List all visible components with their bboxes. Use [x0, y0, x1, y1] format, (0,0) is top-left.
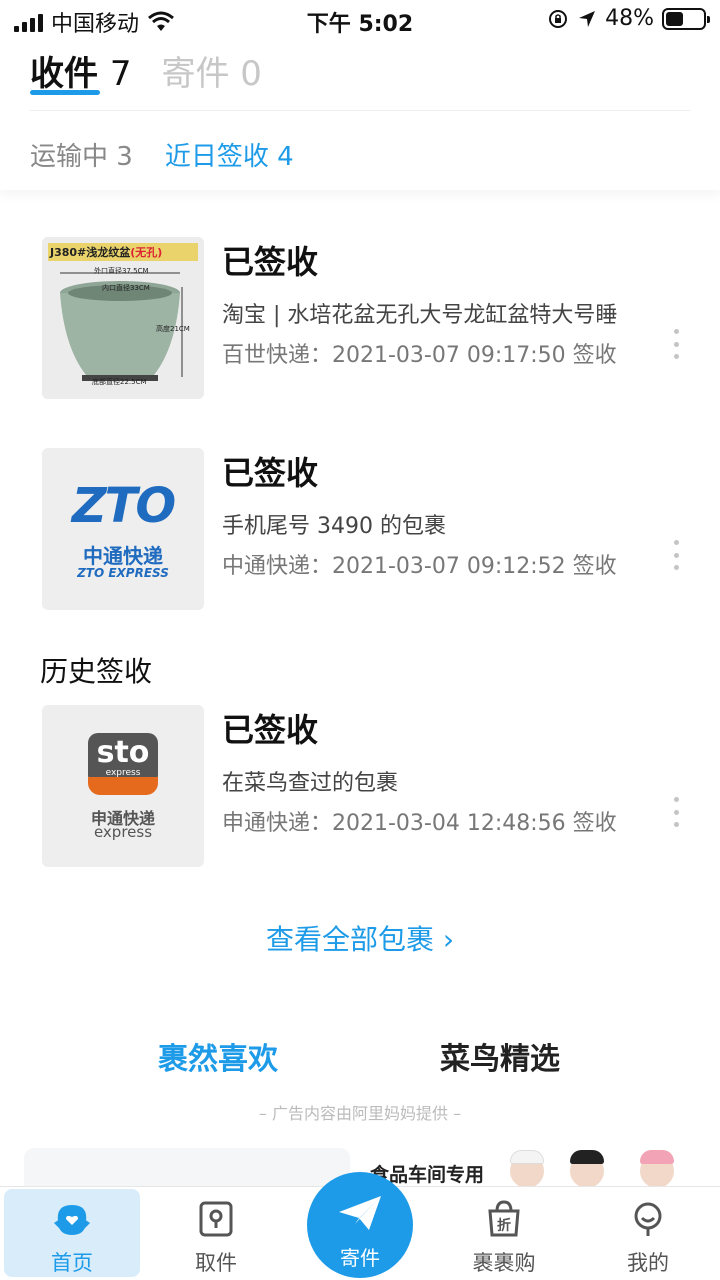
- tab-guoguo-shop[interactable]: 折 裹裹购: [436, 1189, 572, 1277]
- sto-logo-en: express: [93, 823, 153, 841]
- tab-receive-label: 收件: [30, 54, 98, 94]
- thumb-bottom-diameter: 底部直径22.5CM: [92, 378, 147, 386]
- battery-percent: 48%: [605, 6, 654, 31]
- thumb-title: J380#浅龙纹盆: [50, 246, 131, 259]
- paper-plane-icon: [339, 1196, 381, 1230]
- tab-send-label: 寄件: [161, 54, 230, 94]
- package-item[interactable]: ZTO 中通快递 ZTO EXPRESS 已签收 手机尾号 3490 的包裹 中…: [42, 448, 702, 610]
- subtab-recently-signed-label: 近日签收: [164, 142, 269, 172]
- tab-home[interactable]: 首页: [4, 1189, 140, 1277]
- package-status: 已签收: [222, 454, 319, 492]
- tab-home-label: 首页: [51, 1251, 93, 1275]
- package-thumbnail: J380#浅龙纹盆(无孔) 外口直径37.5CM 内口直径33CM 高度21CM…: [42, 237, 204, 399]
- view-all-packages-link[interactable]: 查看全部包裹 ›: [0, 918, 720, 958]
- profile-icon: [634, 1202, 662, 1236]
- tab-guoran-like[interactable]: 裹然喜欢: [158, 1034, 278, 1078]
- more-options-icon[interactable]: [672, 329, 680, 359]
- header: 收件 7 寄件 0 运输中 3 近日签收 4: [0, 40, 720, 190]
- zto-logo: ZTO 中通快递 ZTO EXPRESS: [42, 448, 204, 610]
- zto-logo-cn: 中通快递: [83, 544, 163, 568]
- ad-card[interactable]: [24, 1148, 350, 1188]
- package-status: 已签收: [222, 243, 319, 281]
- ad-banner[interactable]: 食品车间专用: [370, 1150, 720, 1186]
- tab-mine-label: 我的: [627, 1251, 669, 1275]
- tab-mine[interactable]: 我的: [580, 1189, 716, 1277]
- main-tabs: 收件 7 寄件 0: [30, 46, 262, 95]
- send-package-button[interactable]: 寄件: [307, 1172, 413, 1278]
- sto-logo: sto express 申通快递 express: [42, 705, 204, 867]
- package-description: 淘宝 | 水培花盆无孔大号龙缸盆特大号睡: [222, 303, 618, 328]
- subtab-recently-signed-count: 4: [277, 142, 294, 172]
- ad-note: – 广告内容由阿里妈妈提供 –: [258, 1104, 462, 1123]
- tab-receive-count: 7: [109, 54, 132, 94]
- zto-logo-en: ZTO EXPRESS: [77, 566, 169, 580]
- send-package-label: 寄件: [340, 1246, 380, 1270]
- sto-logo-sub: express: [105, 768, 141, 778]
- package-meta: 申通快递：2021-03-04 12:48:56 签收: [222, 811, 617, 836]
- package-description: 在菜鸟查过的包裹: [222, 771, 399, 796]
- tab-receive[interactable]: 收件 7: [30, 46, 131, 95]
- history-title: 历史签收: [40, 655, 153, 688]
- tab-pickup-label: 取件: [195, 1251, 237, 1275]
- sto-logo-mark: sto: [96, 735, 150, 770]
- tab-underline: [30, 90, 100, 95]
- more-options-icon[interactable]: [672, 797, 680, 827]
- tab-cainiao-selected[interactable]: 菜鸟精选: [440, 1034, 560, 1078]
- divider: [30, 110, 690, 111]
- package-description: 手机尾号 3490 的包裹: [222, 514, 446, 539]
- package-item[interactable]: J380#浅龙纹盆(无孔) 外口直径37.5CM 内口直径33CM 高度21CM…: [42, 237, 702, 399]
- home-bird-icon: [54, 1205, 90, 1235]
- thumb-inner-diameter: 内口直径33CM: [102, 284, 150, 292]
- package-meta: 百世快递：2021-03-07 09:17:50 签收: [222, 343, 617, 368]
- location-arrow-icon: [579, 10, 596, 27]
- tab-send-count: 0: [240, 54, 262, 94]
- flower-pot-image: [42, 237, 204, 399]
- tab-guoguo-shop-label: 裹裹购: [472, 1251, 536, 1275]
- shopping-bag-icon: 折: [488, 1200, 520, 1237]
- subtab-recently-signed[interactable]: 近日签收 4: [165, 136, 294, 173]
- tab-pickup[interactable]: 取件: [148, 1189, 284, 1277]
- package-status: 已签收: [222, 711, 319, 749]
- thumb-outer-diameter: 外口直径37.5CM: [94, 267, 149, 275]
- status-bar: 中国移动 下午 5:02 48%: [0, 0, 720, 40]
- more-options-icon[interactable]: [672, 540, 680, 570]
- tab-send[interactable]: 寄件 0: [161, 46, 261, 95]
- sub-tabs: 运输中 3 近日签收 4: [30, 136, 294, 173]
- thumb-title-tag: (无孔): [130, 246, 163, 259]
- subtab-in-transit-label: 运输中: [30, 142, 109, 172]
- zto-logo-mark: ZTO: [71, 478, 176, 534]
- thumb-height: 高度21CM: [156, 325, 190, 333]
- package-item[interactable]: sto express 申通快递 express 已签收 在菜鸟查过的包裹 申通…: [42, 705, 702, 867]
- package-meta: 中通快递：2021-03-07 09:12:52 签收: [222, 554, 617, 579]
- subtab-in-transit[interactable]: 运输中 3: [30, 136, 133, 173]
- pickup-locker-icon: [199, 1201, 233, 1237]
- rotation-lock-icon: [549, 9, 568, 28]
- subtab-in-transit-count: 3: [116, 142, 133, 172]
- svg-text:折: 折: [497, 1217, 511, 1234]
- battery-icon: [662, 7, 710, 30]
- recommend-tabs: 裹然喜欢 菜鸟精选: [0, 1034, 720, 1077]
